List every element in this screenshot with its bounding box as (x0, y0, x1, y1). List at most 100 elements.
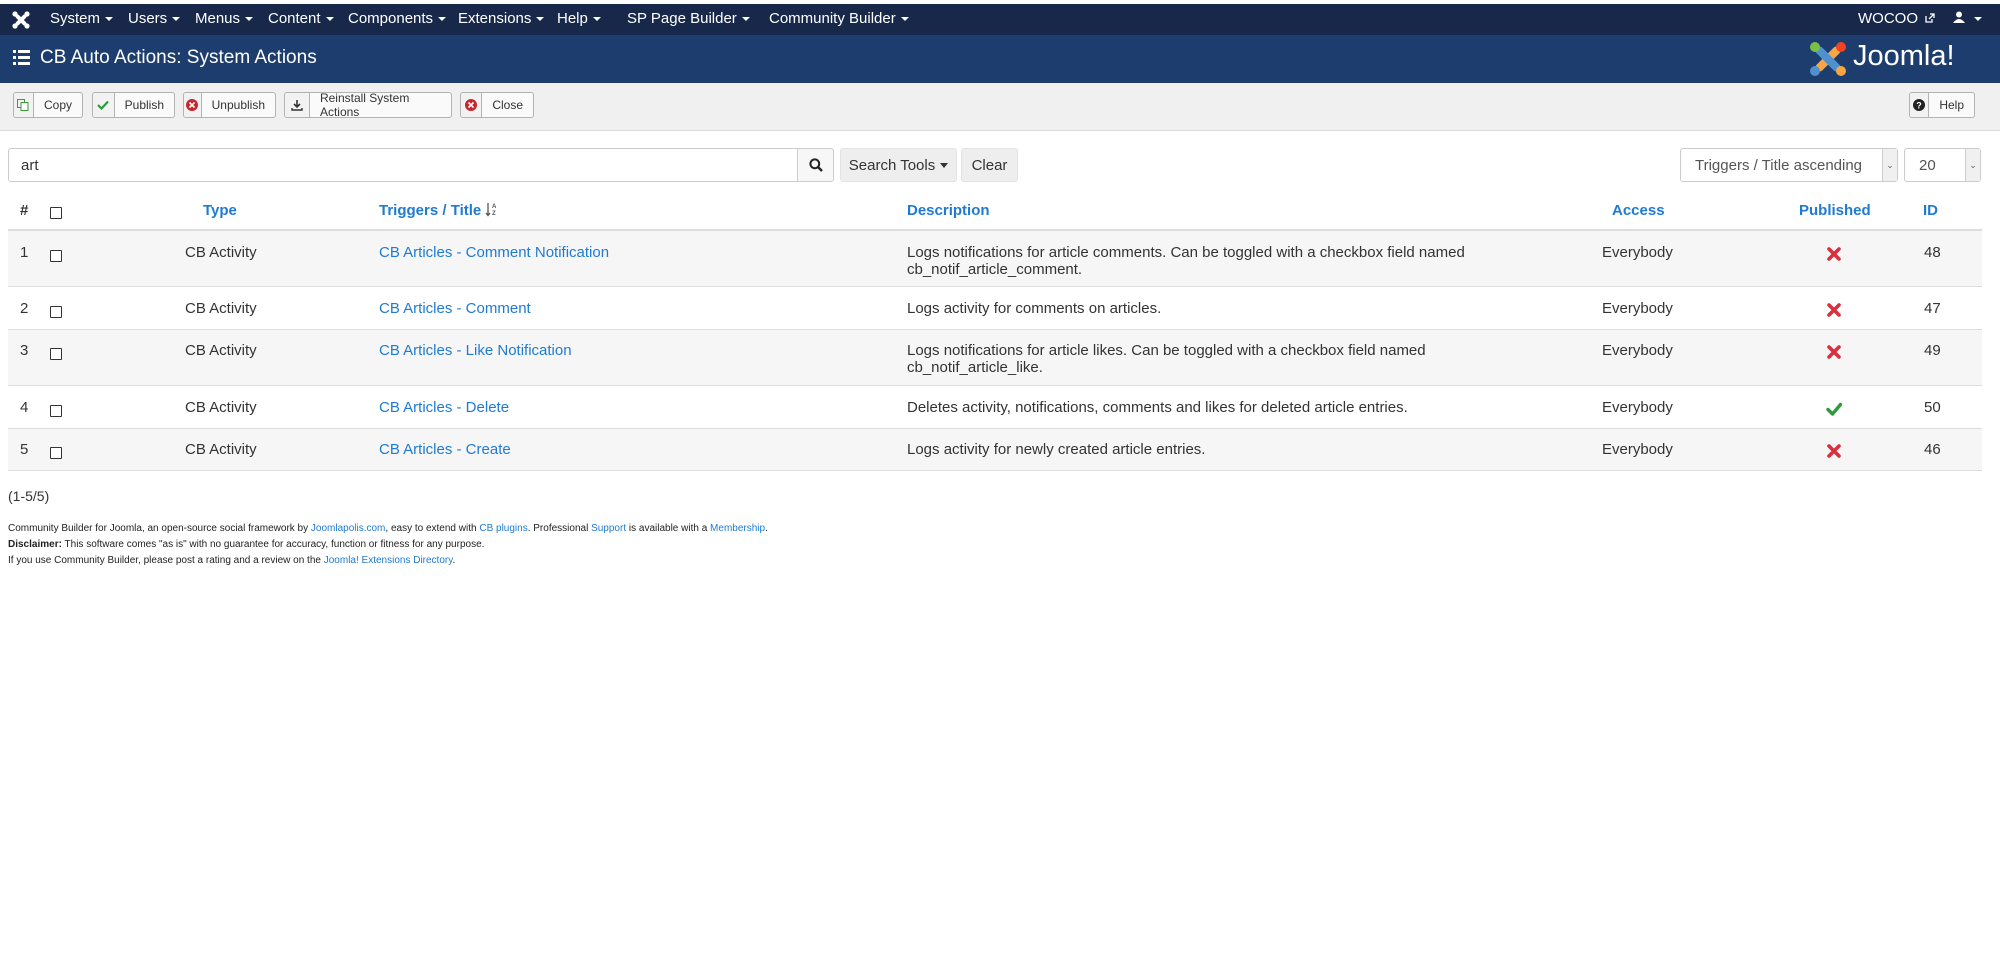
footer-text: is available with a (626, 523, 711, 534)
table-row: 2 CB Activity CB Articles - Comment Logs… (8, 287, 1982, 330)
unpublished-x-icon[interactable] (1826, 246, 1842, 262)
svg-text:A: A (492, 204, 497, 210)
user-menu[interactable] (1953, 10, 1983, 27)
row-checkbox[interactable] (50, 447, 62, 459)
nav-content-label: Content (268, 10, 321, 27)
limit-select[interactable]: 20 ⌄ (1904, 148, 1981, 182)
sort-alpha-asc-icon: A Z (485, 203, 497, 217)
joomlapolis-link[interactable]: Joomlapolis.com (311, 523, 385, 534)
row-title-link[interactable]: CB Articles - Comment (379, 300, 531, 317)
row-type: CB Activity (185, 399, 257, 416)
table-row: 3 CB Activity CB Articles - Like Notific… (8, 330, 1982, 386)
nav-extensions-label: Extensions (458, 10, 532, 27)
header-type[interactable]: Type (203, 202, 237, 219)
nav-users[interactable]: Users (128, 10, 181, 27)
joomla-wordmark: Joomla! (1853, 40, 1955, 72)
search-tools-label: Search Tools (848, 156, 936, 174)
header-published[interactable]: Published (1799, 202, 1871, 219)
header-triggers-title-label: Triggers / Title (379, 202, 482, 219)
cb-plugins-link[interactable]: CB plugins (479, 523, 527, 534)
row-type: CB Activity (185, 342, 257, 359)
joomla-logo-icon[interactable] (10, 10, 32, 30)
caret-down-icon (940, 162, 949, 168)
row-checkbox[interactable] (50, 348, 62, 360)
row-access: Everybody (1602, 441, 1673, 458)
site-link-label: WOCOO (1858, 10, 1918, 27)
close-button[interactable]: Close (460, 92, 534, 118)
ordering-select[interactable]: Triggers / Title ascending ⌄ (1680, 148, 1898, 182)
row-checkbox[interactable] (50, 250, 62, 262)
clear-button[interactable]: Clear (961, 148, 1018, 182)
header-triggers-title[interactable]: Triggers / Title A Z (379, 202, 499, 219)
published-check-icon[interactable] (1826, 401, 1842, 417)
membership-link[interactable]: Membership (710, 523, 765, 534)
unpublish-button[interactable]: Unpublish (183, 92, 276, 118)
nav-content[interactable]: Content (268, 10, 334, 27)
nav-extensions[interactable]: Extensions (458, 10, 545, 27)
nav-system[interactable]: System (50, 10, 114, 27)
search-tools-button[interactable]: Search Tools (840, 148, 957, 182)
select-all-checkbox[interactable] (50, 207, 62, 219)
search-icon (808, 158, 823, 172)
nav-menus[interactable]: Menus (195, 10, 254, 27)
chevron-down-icon: ⌄ (1965, 149, 1980, 181)
unpublished-x-icon[interactable] (1826, 344, 1842, 360)
table-row: 4 CB Activity CB Articles - Delete Delet… (8, 386, 1982, 429)
row-title-link[interactable]: CB Articles - Delete (379, 399, 509, 416)
reinstall-system-actions-button[interactable]: Reinstall System Actions (284, 91, 452, 119)
nav-sp-page-builder-label: SP Page Builder (627, 10, 737, 27)
row-access: Everybody (1602, 244, 1673, 261)
header-description[interactable]: Description (907, 202, 990, 219)
nav-components-label: Components (348, 10, 434, 27)
header-access[interactable]: Access (1612, 202, 1665, 219)
footer-line-1: Community Builder for Joomla, an open-so… (8, 523, 768, 534)
chevron-down-icon (105, 17, 114, 22)
footer-text: If you use Community Builder, please pos… (8, 555, 324, 566)
nav-system-label: System (50, 10, 101, 27)
check-icon (93, 93, 115, 117)
footer-line-3: If you use Community Builder, please pos… (8, 555, 455, 566)
row-checkbox[interactable] (50, 405, 62, 417)
help-button[interactable]: ? Help (1909, 92, 1975, 118)
row-title-link[interactable]: CB Articles - Comment Notification (379, 244, 609, 261)
unpublished-x-icon[interactable] (1826, 302, 1842, 318)
row-description-line1: Logs notifications for article likes. Ca… (907, 342, 1426, 359)
nav-sp-page-builder[interactable]: SP Page Builder (627, 10, 750, 27)
row-title-link[interactable]: CB Articles - Like Notification (379, 342, 572, 359)
row-number: 3 (20, 342, 29, 359)
nav-community-builder[interactable]: Community Builder (769, 10, 909, 27)
disclaimer-text: This software comes "as is" with no guar… (61, 539, 485, 550)
chevron-down-icon (325, 17, 334, 22)
svg-text:?: ? (1916, 101, 1922, 111)
site-link[interactable]: WOCOO (1858, 10, 1935, 27)
copy-button[interactable]: Copy (13, 92, 83, 118)
reinstall-label: Reinstall System Actions (319, 91, 410, 119)
header-id[interactable]: ID (1923, 202, 1938, 219)
unpublished-x-icon[interactable] (1826, 443, 1842, 459)
nav-help[interactable]: Help (557, 10, 601, 27)
publish-button[interactable]: Publish (92, 92, 175, 118)
footer-text: . (765, 523, 768, 534)
chevron-down-icon (741, 17, 750, 22)
row-title-link[interactable]: CB Articles - Create (379, 441, 511, 458)
footer-text: Community Builder for Joomla, an open-so… (8, 523, 311, 534)
jed-link[interactable]: Joomla! Extensions Directory (324, 555, 453, 566)
footer-text: , easy to extend with (385, 523, 480, 534)
row-description-line1: Logs notifications for article comments.… (907, 244, 1465, 261)
row-checkbox[interactable] (50, 306, 62, 318)
footer-text: . (452, 555, 456, 566)
row-number: 4 (20, 399, 29, 416)
nav-components[interactable]: Components (348, 10, 447, 27)
download-icon (285, 93, 310, 117)
copy-icon (14, 93, 34, 117)
publish-label: Publish (124, 98, 164, 112)
close-label: Close (492, 98, 523, 112)
support-link[interactable]: Support (591, 523, 626, 534)
search-input[interactable] (8, 148, 798, 182)
question-icon: ? (1910, 93, 1930, 117)
row-id: 46 (1924, 441, 1941, 458)
clear-label: Clear (971, 156, 1008, 174)
search-button[interactable] (797, 148, 834, 182)
row-id: 47 (1924, 300, 1941, 317)
unpublish-icon (184, 93, 202, 117)
